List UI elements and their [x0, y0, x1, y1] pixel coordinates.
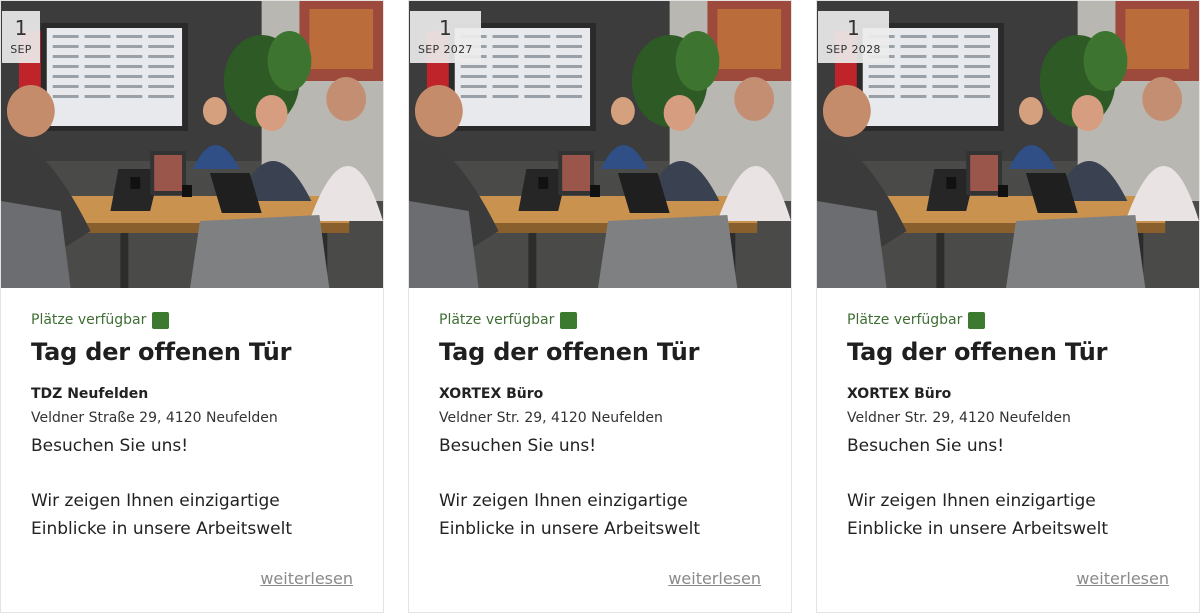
event-date-badge: 1 SEP 2027: [410, 11, 481, 63]
event-date-month-year: SEP 2028: [826, 43, 881, 57]
event-photo[interactable]: 1 SEP: [1, 1, 383, 288]
event-card-body: Plätze verfügbar Tag der offenen Tür TDZ…: [31, 310, 353, 543]
availability-status: Plätze verfügbar: [31, 310, 353, 330]
event-photo[interactable]: 1 SEP 2028: [817, 1, 1199, 288]
availability-indicator-icon: [152, 311, 170, 329]
event-date-badge: 1 SEP 2028: [818, 11, 889, 63]
event-card[interactable]: 1 SEP 2028 Plätze verfügbar Tag der offen…: [816, 0, 1200, 613]
event-date-month: SEP: [10, 43, 32, 56]
event-description: Wir zeigen Ihnen einzigartige Einblicke …: [847, 491, 1109, 539]
event-date-month: SEP: [418, 43, 440, 56]
event-lead: Besuchen Sie uns!: [847, 436, 1005, 456]
read-more-link[interactable]: weiterlesen: [260, 569, 353, 588]
event-date-day: 1: [438, 16, 452, 40]
read-more-link[interactable]: weiterlesen: [668, 569, 761, 588]
event-date-month: SEP: [826, 43, 848, 56]
availability-status: Plätze verfügbar: [439, 310, 761, 330]
event-date-day: 1: [846, 16, 860, 40]
event-venue: XORTEX Büro: [439, 386, 544, 402]
event-date-month-year: SEP: [10, 43, 32, 57]
event-card-list: 1 SEP Plätze verfügbar Tag der offenen T…: [0, 0, 1200, 613]
event-date-year: 2027: [443, 43, 473, 56]
availability-indicator-icon: [968, 311, 986, 329]
event-address: Veldner Str. 29, 4120 Neufelden: [439, 410, 663, 426]
availability-status: Plätze verfügbar: [847, 310, 1169, 330]
event-venue: XORTEX Büro: [847, 386, 952, 402]
event-date-year: 2028: [851, 43, 881, 56]
event-date-badge: 1 SEP: [2, 11, 40, 63]
event-address: Veldner Str. 29, 4120 Neufelden: [847, 410, 1071, 426]
event-title[interactable]: Tag der offenen Tür: [847, 337, 1169, 367]
event-card-body: Plätze verfügbar Tag der offenen Tür XOR…: [439, 310, 761, 543]
event-address: Veldner Straße 29, 4120 Neufelden: [31, 410, 278, 426]
event-description: Wir zeigen Ihnen einzigartige Einblicke …: [439, 491, 701, 539]
event-date-day: 1: [14, 16, 28, 40]
event-date-month-year: SEP 2027: [418, 43, 473, 57]
availability-label: Plätze verfügbar: [31, 312, 147, 328]
meeting-room-photo: [1, 1, 383, 288]
event-description: Wir zeigen Ihnen einzigartige Einblicke …: [31, 491, 293, 539]
event-card[interactable]: 1 SEP 2027 Plätze verfügbar Tag der offen…: [408, 0, 792, 613]
event-card[interactable]: 1 SEP Plätze verfügbar Tag der offenen T…: [0, 0, 384, 613]
event-card-body: Plätze verfügbar Tag der offenen Tür XOR…: [847, 310, 1169, 543]
event-lead: Besuchen Sie uns!: [439, 436, 597, 456]
event-photo[interactable]: 1 SEP 2027: [409, 1, 791, 288]
read-more-link[interactable]: weiterlesen: [1076, 569, 1169, 588]
availability-label: Plätze verfügbar: [439, 312, 555, 328]
availability-indicator-icon: [560, 311, 578, 329]
availability-label: Plätze verfügbar: [847, 312, 963, 328]
event-title[interactable]: Tag der offenen Tür: [439, 337, 761, 367]
event-lead: Besuchen Sie uns!: [31, 436, 189, 456]
event-venue: TDZ Neufelden: [31, 386, 149, 402]
event-title[interactable]: Tag der offenen Tür: [31, 337, 353, 367]
